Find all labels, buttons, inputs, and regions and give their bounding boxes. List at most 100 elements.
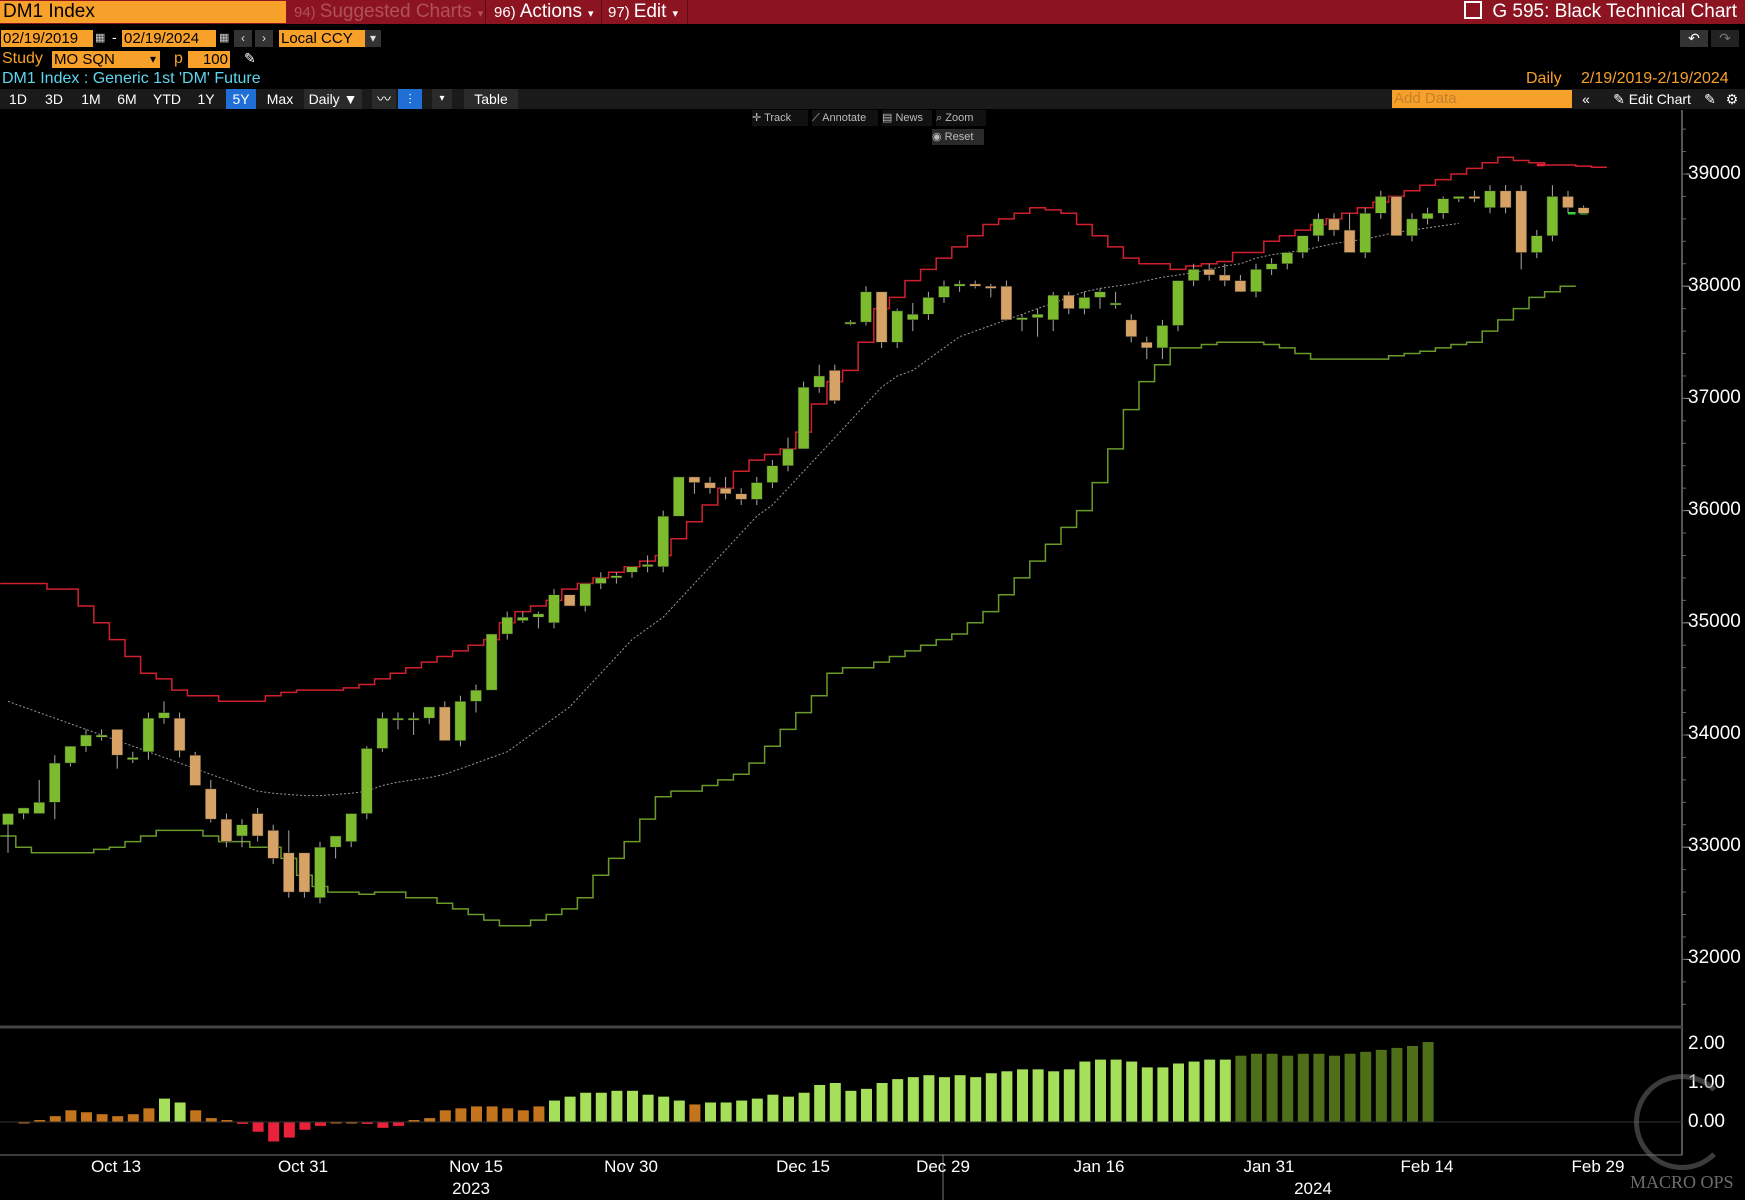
indicator-bar — [190, 1110, 202, 1122]
indicator-bar — [393, 1122, 404, 1126]
candle — [80, 729, 92, 752]
indicator-bar — [1344, 1053, 1356, 1122]
candle — [595, 572, 607, 590]
candle-body — [1484, 190, 1496, 208]
indicator-bar — [1360, 1051, 1372, 1122]
candle-body — [485, 633, 498, 691]
watermark-text: MACRO OPS — [1630, 1172, 1734, 1192]
candle — [673, 476, 685, 517]
candle — [704, 476, 716, 494]
indicator-bar — [1110, 1059, 1122, 1122]
candle-body — [1109, 302, 1122, 306]
candle-body — [1328, 218, 1340, 231]
candle — [127, 751, 139, 764]
indicator-bar — [65, 1110, 77, 1122]
candle — [969, 280, 981, 289]
candle-body — [532, 613, 545, 618]
candle-body — [1234, 280, 1247, 293]
candle — [298, 852, 311, 898]
candle-body — [719, 487, 732, 495]
candle-body — [985, 285, 997, 289]
candle-body — [735, 493, 747, 500]
candle — [1203, 263, 1215, 281]
indicator-bar — [1235, 1055, 1247, 1122]
candle — [423, 706, 435, 724]
candle — [985, 283, 997, 298]
candle — [1141, 336, 1153, 360]
indicator-bar — [439, 1110, 451, 1122]
indicator-bar — [923, 1075, 935, 1122]
candle — [173, 712, 186, 758]
indicator-bar — [533, 1106, 545, 1122]
candle — [548, 589, 560, 629]
candle — [813, 364, 825, 393]
candle-body — [1187, 269, 1200, 281]
indicator-bar — [1266, 1053, 1278, 1122]
candle — [751, 476, 763, 505]
candle — [829, 364, 841, 405]
indicator-bar — [143, 1108, 155, 1122]
candle-body — [501, 616, 513, 635]
indicator-bar — [1204, 1059, 1216, 1122]
candle — [1172, 280, 1184, 332]
candle — [1546, 185, 1559, 242]
candle — [657, 510, 669, 573]
candle-body — [1499, 190, 1512, 208]
indicator-bar — [174, 1102, 186, 1122]
candle — [33, 779, 45, 814]
candle — [1421, 207, 1434, 225]
candle — [891, 308, 903, 348]
indicator-bar — [1173, 1063, 1184, 1122]
candle — [49, 755, 61, 820]
candle-body — [907, 314, 919, 321]
indicator-bar — [907, 1077, 919, 1122]
x-year-label: 2024 — [1294, 1179, 1332, 1198]
candle-body — [314, 846, 326, 898]
x-tick-label: Feb 14 — [1400, 1157, 1454, 1176]
indicator-bar — [1079, 1061, 1091, 1122]
indicator-bars — [0, 1042, 1682, 1142]
indicator-bar — [1219, 1059, 1231, 1122]
candle — [1484, 185, 1496, 214]
indicator-bar — [205, 1118, 217, 1122]
candle — [251, 807, 264, 842]
candle-body — [1406, 218, 1418, 236]
candle — [267, 824, 279, 865]
x-year-label: 2023 — [452, 1179, 490, 1198]
indicator-bar — [845, 1090, 857, 1122]
candle-body — [751, 482, 763, 500]
candle — [517, 611, 529, 623]
indicator-bar — [1126, 1061, 1138, 1122]
candle-body — [454, 701, 467, 741]
candle-body — [626, 566, 638, 573]
candle-body — [953, 283, 966, 287]
indicator-bar — [736, 1100, 748, 1122]
indicator-bar — [1282, 1055, 1294, 1122]
candle — [407, 712, 420, 735]
candle-body — [470, 689, 482, 702]
candle-body — [80, 734, 92, 747]
candle-body — [283, 852, 295, 893]
candle — [17, 807, 30, 820]
price-chart[interactable] — [0, 0, 1745, 1200]
indicator-bar — [673, 1100, 685, 1122]
candle-body — [1250, 269, 1262, 293]
candle-body — [64, 745, 77, 764]
candle-body — [95, 734, 108, 738]
candle — [95, 729, 108, 741]
bands — [0, 156, 1607, 927]
y-tick-label: 34000 — [1688, 723, 1741, 744]
candle-body — [298, 852, 311, 893]
candle-body — [267, 830, 279, 859]
candle-body — [1031, 314, 1044, 318]
indicator-bar — [970, 1077, 982, 1122]
candle — [1499, 185, 1512, 214]
indicator-bar — [689, 1104, 701, 1122]
indicator-bar — [299, 1122, 311, 1130]
indicator-bar — [1297, 1053, 1309, 1122]
indicator-bar — [751, 1098, 763, 1122]
indicator-bar — [1422, 1042, 1434, 1122]
candle-body — [1172, 280, 1184, 326]
candle-body — [922, 297, 935, 315]
candle — [719, 476, 732, 500]
